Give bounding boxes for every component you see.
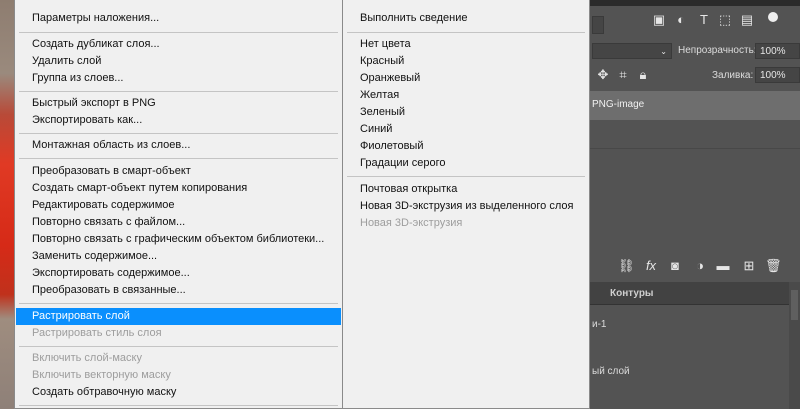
opacity-label: Непрозрачность: xyxy=(678,45,757,56)
layer-row-divider xyxy=(590,148,800,149)
menu-item-export-contents[interactable]: Экспортировать содержимое... xyxy=(16,265,341,282)
menu-separator xyxy=(19,158,338,159)
menu-item-enable-vector-mask: Включить векторную маску xyxy=(32,369,171,381)
menu-item-color-blue[interactable]: Синий xyxy=(344,121,588,138)
tab-contours[interactable]: Контуры xyxy=(610,288,653,299)
menu-item-relink-to-file[interactable]: Повторно связать с файлом... xyxy=(16,214,341,231)
new-layer-icon[interactable]: ⊞ xyxy=(741,258,757,274)
link-layers-icon[interactable]: ⛓ xyxy=(618,258,635,274)
menu-separator xyxy=(19,303,338,304)
menu-item-group-from-layers[interactable]: Группа из слоев... xyxy=(16,70,341,87)
lock-icon[interactable]: 🔒︎ xyxy=(636,68,650,82)
menu-item-create-clipping-mask[interactable]: Создать обтравочную маску xyxy=(16,384,341,401)
adjustment-layer-icon[interactable]: ◑ xyxy=(692,258,708,274)
context-menu-left-column: Параметры наложения... Создать дубликат … xyxy=(14,0,343,409)
opacity-input[interactable]: 100% xyxy=(755,43,800,59)
menu-item-3d-extrusion-from-layer[interactable]: Новая 3D-экструзия из выделенного слоя xyxy=(344,198,588,215)
context-menu-right-column: Выполнить сведение Нет цвета Красный Ора… xyxy=(343,0,590,409)
menu-separator xyxy=(19,405,338,406)
type-filter-icon[interactable]: T xyxy=(697,13,711,27)
blend-mode-dropdown[interactable]: ⌄ xyxy=(592,43,672,59)
canvas-image-edge xyxy=(0,0,14,409)
menu-item-edit-contents[interactable]: Редактировать содержимое xyxy=(16,197,341,214)
fill-input[interactable]: 100% xyxy=(755,67,800,83)
menu-item-replace-contents[interactable]: Заменить содержимое... xyxy=(16,248,341,265)
artboard-lock-icon[interactable]: ⌗ xyxy=(616,68,630,82)
filter-toggle-icon[interactable] xyxy=(768,12,778,22)
menu-separator xyxy=(347,176,585,177)
menu-item-color-gray[interactable]: Градации серого xyxy=(344,155,588,172)
filter-kind-dropdown[interactable] xyxy=(592,16,604,34)
menu-item-duplicate-layer[interactable]: Создать дубликат слоя... xyxy=(16,36,341,53)
layer-name: PNG-image xyxy=(592,99,645,110)
image-filter-icon[interactable]: ▣ xyxy=(652,13,666,27)
menu-item-postcard[interactable]: Почтовая открытка xyxy=(344,181,588,198)
menu-separator xyxy=(19,91,338,92)
menu-item-color-green[interactable]: Зеленый xyxy=(344,104,588,121)
menu-item-delete-layer[interactable]: Удалить слой xyxy=(16,53,341,70)
menu-item-color-red[interactable]: Красный xyxy=(344,53,588,70)
menu-separator xyxy=(19,133,338,134)
menu-separator xyxy=(19,346,338,347)
scrollbar-thumb[interactable] xyxy=(791,290,798,320)
menu-item-quick-export-png[interactable]: Быстрый экспорт в PNG xyxy=(16,95,341,112)
menu-item-color-yellow[interactable]: Желтая xyxy=(344,87,588,104)
trash-icon[interactable]: 🗑︎ xyxy=(765,258,782,274)
path-item-1[interactable]: и-1 xyxy=(592,319,606,330)
fx-icon[interactable]: fx xyxy=(643,258,659,274)
menu-separator xyxy=(19,32,338,33)
menu-item-new-smart-object-via-copy[interactable]: Создать смарт-объект путем копирования xyxy=(16,180,341,197)
chevron-down-icon: ⌄ xyxy=(660,47,667,56)
smart-object-filter-icon[interactable]: ▤ xyxy=(740,13,754,27)
menu-separator xyxy=(347,32,585,33)
move-lock-icon[interactable]: ✥ xyxy=(596,68,610,82)
menu-item-blending-options[interactable]: Параметры наложения... xyxy=(16,10,341,27)
menu-item-rasterize-layer[interactable]: Растрировать слой xyxy=(16,308,341,325)
menu-item-convert-to-linked[interactable]: Преобразовать в связанные... xyxy=(16,282,341,299)
menu-item-3d-extrusion: Новая 3D-экструзия xyxy=(360,217,463,229)
fill-label: Заливка: xyxy=(712,70,754,81)
menu-item-enable-layer-mask: Включить слой-маску xyxy=(32,352,142,364)
menu-item-artboard-from-layers[interactable]: Монтажная область из слоев... xyxy=(16,137,341,154)
shape-filter-icon[interactable]: ⬚ xyxy=(718,13,732,27)
menu-item-flatten-image[interactable]: Выполнить сведение xyxy=(344,10,588,27)
menu-item-export-as[interactable]: Экспортировать как... xyxy=(16,112,341,129)
menu-item-rasterize-layer-style: Растрировать стиль слоя xyxy=(32,327,162,339)
adjustment-filter-icon[interactable]: ◐ xyxy=(674,13,688,27)
menu-item-color-orange[interactable]: Оранжевый xyxy=(344,70,588,87)
menu-item-color-none[interactable]: Нет цвета xyxy=(344,36,588,53)
path-item-2[interactable]: ый слой xyxy=(592,366,630,377)
add-mask-icon[interactable]: ◙ xyxy=(667,258,683,274)
new-group-icon[interactable]: ▬ xyxy=(715,258,731,274)
menu-item-relink-to-library[interactable]: Повторно связать с графическим объектом … xyxy=(16,231,341,248)
menu-item-color-violet[interactable]: Фиолетовый xyxy=(344,138,588,155)
menu-item-convert-smart-object[interactable]: Преобразовать в смарт-объект xyxy=(16,163,341,180)
